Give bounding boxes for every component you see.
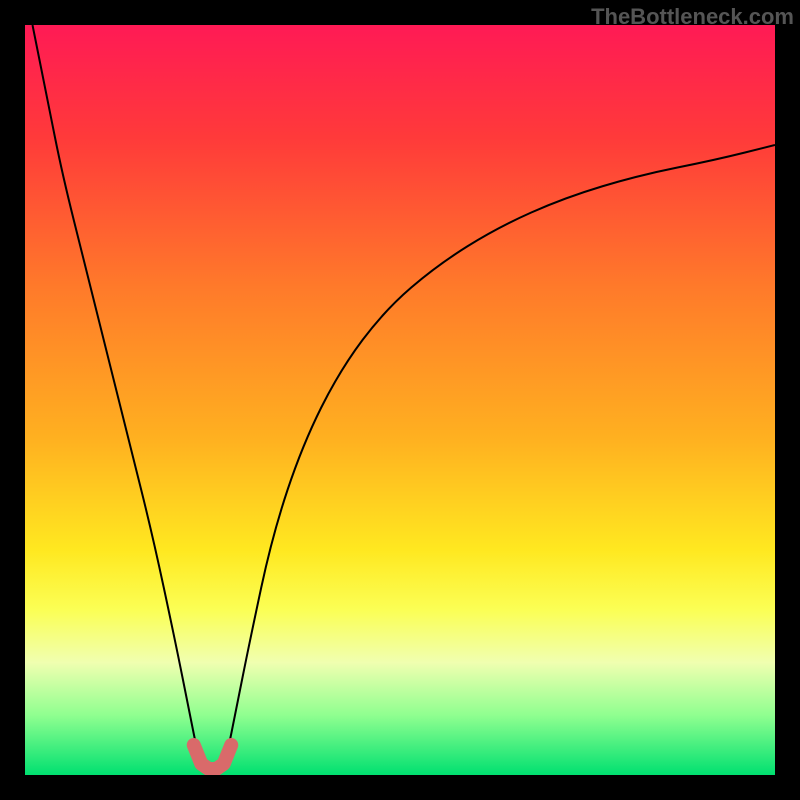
plot-area — [25, 25, 775, 775]
chart-svg — [25, 25, 775, 775]
gradient-background — [25, 25, 775, 775]
chart-container: TheBottleneck.com — [0, 0, 800, 800]
watermark-text: TheBottleneck.com — [591, 4, 794, 30]
